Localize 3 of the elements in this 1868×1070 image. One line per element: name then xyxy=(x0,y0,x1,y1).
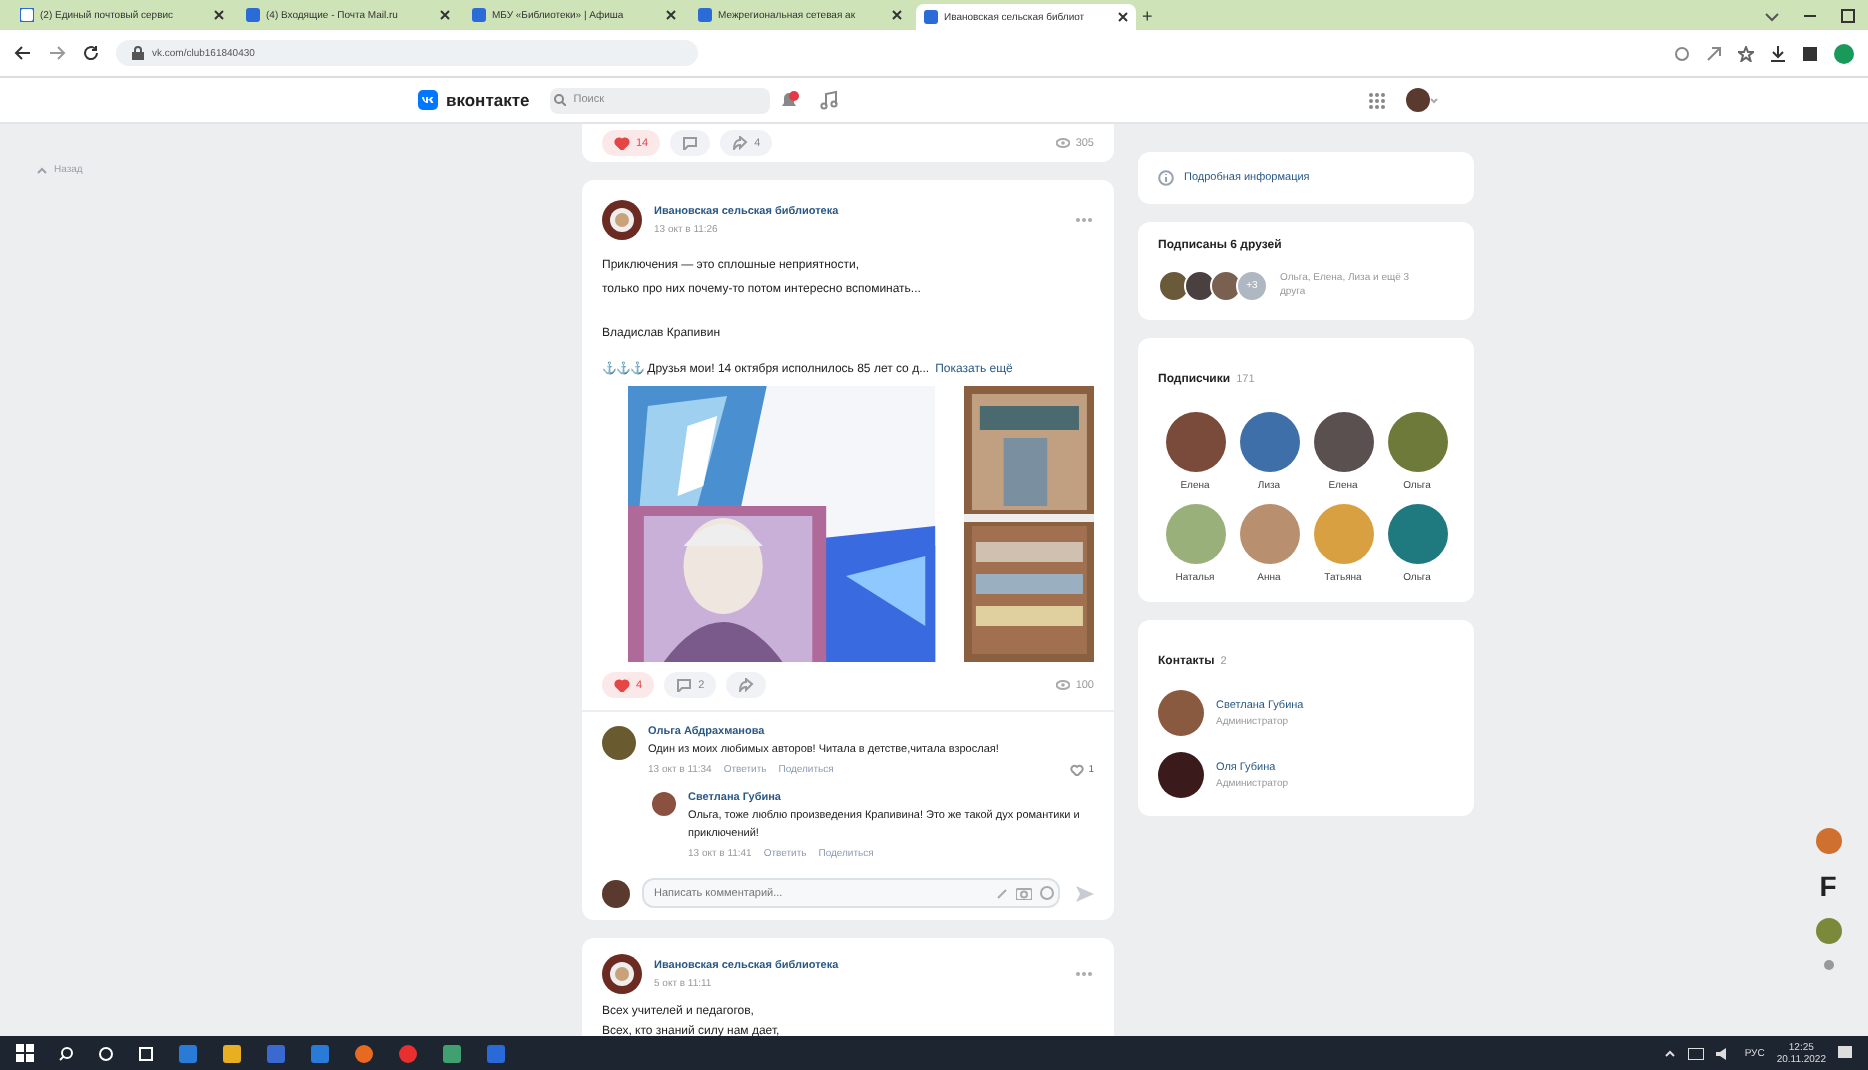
new-tab-button[interactable]: + xyxy=(1142,5,1153,25)
vk-logo-text[interactable]: вконтакте xyxy=(446,90,530,110)
widget-letter[interactable]: F xyxy=(1819,870,1837,902)
